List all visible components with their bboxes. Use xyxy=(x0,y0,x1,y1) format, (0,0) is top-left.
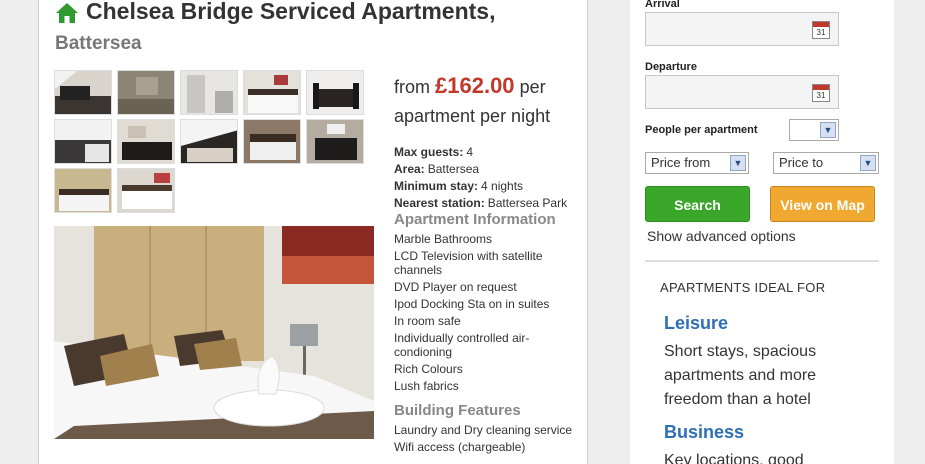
calendar-icon[interactable]: 31 xyxy=(812,84,830,102)
search-sidebar: Arrival 31 Departure 31 People per apart… xyxy=(630,0,894,464)
fact-row: Area: Battersea xyxy=(394,161,584,178)
fact-label: Max guests: xyxy=(394,145,464,159)
fact-label: Area: xyxy=(394,162,425,176)
home-icon[interactable] xyxy=(55,1,79,25)
departure-label: Departure xyxy=(645,61,697,73)
thumbnail-7[interactable] xyxy=(117,119,175,164)
thumbnail-11[interactable] xyxy=(54,168,112,213)
view-on-map-button[interactable]: View on Map xyxy=(770,186,875,222)
fact-row: Max guests: 4 xyxy=(394,144,584,161)
listing-panel: Chelsea Bridge Serviced Apartments, Batt… xyxy=(38,0,588,464)
main-apartment-photo[interactable] xyxy=(54,226,374,439)
arrival-label: Arrival xyxy=(645,0,680,10)
ideal-business-title[interactable]: Business xyxy=(664,422,744,443)
price-to-select[interactable]: Price to ▼ xyxy=(773,152,879,174)
thumbnail-3[interactable] xyxy=(180,70,238,115)
ideal-business-desc: Key locations, good xyxy=(664,452,804,464)
ideal-leisure-desc: Short stays, spacious apartments and mor… xyxy=(664,343,817,408)
arrival-date-input[interactable]: 31 xyxy=(645,12,839,46)
thumbnail-8[interactable] xyxy=(180,119,238,164)
chevron-down-icon: ▼ xyxy=(860,155,876,171)
apartment-information: Apartment Information Marble Bathrooms L… xyxy=(394,211,584,396)
thumbnail-9[interactable] xyxy=(243,119,301,164)
list-item: LCD Television with satellite channels xyxy=(394,249,543,277)
list-item: Lush fabrics xyxy=(394,379,459,393)
divider xyxy=(645,260,879,262)
chevron-down-icon: ▼ xyxy=(820,122,836,138)
list-item: Wifi access (chargeable) xyxy=(394,440,526,454)
thumbnail-1[interactable] xyxy=(54,70,112,115)
list-item: Rich Colours xyxy=(394,362,463,376)
building-features-heading: Building Features xyxy=(394,402,521,419)
key-facts: Max guests: 4 Area: Battersea Minimum stay… xyxy=(394,144,584,212)
chevron-down-icon: ▼ xyxy=(730,155,746,171)
list-item: In room safe xyxy=(394,314,461,328)
list-item: Individually controlled air-condioning xyxy=(394,331,530,359)
price-prefix: from xyxy=(394,77,430,97)
fact-value: 4 xyxy=(466,145,474,159)
fact-label: Nearest station: xyxy=(394,196,485,210)
price-unit: apartment per night xyxy=(394,106,551,126)
building-features: Building Features Laundry and Dry cleani… xyxy=(394,402,584,457)
people-label: People per apartment xyxy=(645,124,758,136)
fact-label: Minimum stay: xyxy=(394,179,479,193)
fact-row: Nearest station: Battersea Park xyxy=(394,195,584,212)
fact-value: Battersea xyxy=(427,162,480,176)
fact-row: Minimum stay: 4 nights xyxy=(394,178,584,195)
thumbnail-2[interactable] xyxy=(117,70,175,115)
price-to-value: Price to xyxy=(779,155,824,170)
thumbnail-12[interactable] xyxy=(117,168,175,213)
ideal-for-heading: APARTMENTS IDEAL FOR xyxy=(660,280,826,295)
thumbnail-5[interactable] xyxy=(306,70,364,115)
ideal-leisure-title[interactable]: Leisure xyxy=(664,313,728,334)
listing-title: Chelsea Bridge Serviced Apartments, xyxy=(86,0,496,24)
thumbnail-10[interactable] xyxy=(306,119,364,164)
list-item: DVD Player on request xyxy=(394,280,517,294)
price-block: from £162.00 per apartment per night xyxy=(394,71,584,131)
people-select[interactable]: ▼ xyxy=(789,119,839,141)
departure-date-input[interactable]: 31 xyxy=(645,75,839,109)
price-suffix: per xyxy=(519,77,546,97)
listing-subtitle: Battersea xyxy=(55,33,142,54)
list-item: Laundry and Dry cleaning service xyxy=(394,423,573,437)
fact-value: 4 nights xyxy=(481,179,524,193)
list-item: Ipod Docking Sta on in suites xyxy=(394,297,550,311)
apartment-info-heading: Apartment Information xyxy=(394,211,556,228)
fact-value: Battersea Park xyxy=(487,196,568,210)
thumbnail-4[interactable] xyxy=(243,70,301,115)
price-from-select[interactable]: Price from ▼ xyxy=(645,152,749,174)
price-from-value: Price from xyxy=(651,155,711,170)
advanced-options-link[interactable]: Show advanced options xyxy=(647,228,796,244)
thumbnail-6[interactable] xyxy=(54,119,112,164)
search-button[interactable]: Search xyxy=(645,186,750,222)
calendar-icon[interactable]: 31 xyxy=(812,21,830,39)
list-item: Marble Bathrooms xyxy=(394,232,493,246)
price-amount: £162.00 xyxy=(435,73,515,98)
